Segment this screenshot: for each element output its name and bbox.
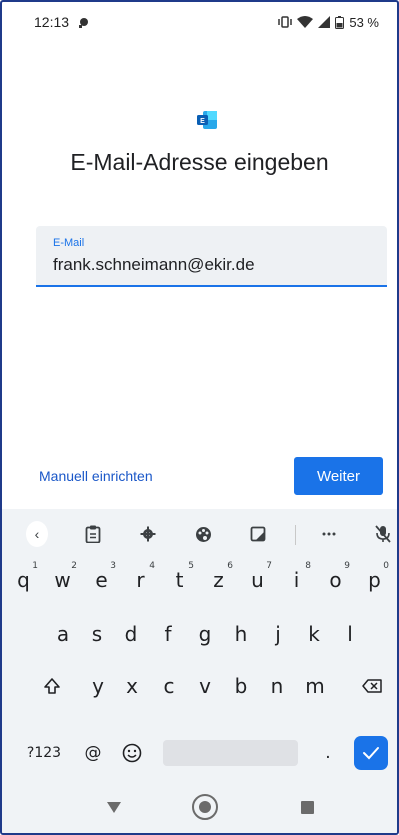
key-b[interactable]: b <box>224 665 258 707</box>
key-e[interactable]: e3 <box>83 559 120 601</box>
key-s[interactable]: s <box>80 613 114 655</box>
key-r[interactable]: r4 <box>122 559 159 601</box>
nav-recents-icon[interactable] <box>301 801 314 814</box>
key-m[interactable]: m <box>296 665 334 707</box>
at-key[interactable]: @ <box>80 732 106 774</box>
battery-level: 53 % <box>349 14 379 30</box>
shift-key[interactable] <box>32 665 72 707</box>
keyboard-row-4: ?123 @ . <box>2 732 397 778</box>
backspace-key[interactable] <box>352 665 392 707</box>
theme-palette-icon[interactable] <box>192 523 214 545</box>
vibrate-icon <box>278 16 293 28</box>
more-options-icon[interactable] <box>318 523 340 545</box>
on-screen-keyboard: ‹ q1 w2 e3 r 4 t 5 z 6 u 7 i 8 o 9 p 0 a… <box>2 509 397 779</box>
chevron-left-icon: ‹ <box>26 521 48 547</box>
key-w[interactable]: w2 <box>44 559 81 601</box>
svg-text:E: E <box>200 118 205 125</box>
battery-icon <box>335 15 345 29</box>
email-field-label: E-Mail <box>53 237 85 249</box>
keyboard-toolbar: ‹ <box>2 509 397 557</box>
key-f[interactable]: f <box>151 613 185 655</box>
symbols-key[interactable]: ?123 <box>24 732 64 774</box>
notification-icon <box>79 18 89 28</box>
status-time: 12:13 <box>34 14 70 30</box>
shift-arrow-icon <box>44 678 60 694</box>
outlook-exchange-icon: E <box>197 111 217 129</box>
key-c[interactable]: c <box>152 665 186 707</box>
system-nav-bar <box>2 779 397 833</box>
emoji-key[interactable] <box>117 732 147 774</box>
signal-icon <box>318 16 331 28</box>
manual-setup-link[interactable]: Manuell einrichten <box>39 468 153 484</box>
key-k[interactable]: k <box>297 613 331 655</box>
key-a[interactable]: a <box>46 613 80 655</box>
period-key[interactable]: . <box>318 732 338 774</box>
keyboard-collapse-button[interactable]: ‹ <box>26 521 48 547</box>
key-d[interactable]: d <box>114 613 148 655</box>
key-v[interactable]: v <box>188 665 222 707</box>
next-button[interactable]: Weiter <box>294 457 383 495</box>
key-l[interactable]: l <box>333 613 367 655</box>
nav-home-icon[interactable] <box>192 794 218 820</box>
key-g[interactable]: g <box>188 613 222 655</box>
key-u[interactable]: u7 <box>239 559 276 601</box>
clipboard-icon[interactable] <box>82 523 104 545</box>
key-q[interactable]: q1 <box>5 559 42 601</box>
email-field[interactable]: E-Mail <box>36 226 387 287</box>
status-bar: 12:13 53 % <box>2 2 397 42</box>
checkmark-icon <box>363 747 379 760</box>
keyboard-row-2: a s d f g h j k l <box>2 613 397 659</box>
nav-back-icon[interactable] <box>107 802 121 813</box>
page-title: E-Mail-Adresse eingeben <box>70 149 329 175</box>
key-t[interactable]: t5 <box>161 559 198 601</box>
key-i[interactable]: i8 <box>278 559 315 601</box>
wifi-icon <box>297 16 314 28</box>
key-o[interactable]: o9 <box>317 559 354 601</box>
phone-screen: 12:13 53 % E E-Mail-Adresse eingeben E-M… <box>0 0 399 835</box>
enter-key[interactable] <box>354 736 388 770</box>
key-y[interactable]: y <box>81 665 115 707</box>
settings-gear-icon[interactable] <box>137 523 159 545</box>
space-key[interactable] <box>163 740 298 766</box>
key-z[interactable]: z6 <box>200 559 237 601</box>
smiley-icon <box>122 743 142 763</box>
toolbar-divider <box>295 525 296 545</box>
key-x[interactable]: x <box>115 665 149 707</box>
keyboard-row-3: y x c v b n m <box>2 665 397 711</box>
screenshot-crop-icon[interactable] <box>247 523 269 545</box>
mic-off-icon[interactable] <box>372 523 394 545</box>
email-input[interactable] <box>53 255 373 275</box>
key-h[interactable]: h <box>224 613 258 655</box>
keyboard-row-1: q1 w2 e3 r4 t5 z6 u7 i8 o9 p0 <box>2 559 397 605</box>
key-p[interactable]: p0 <box>356 559 393 601</box>
key-j[interactable]: j <box>261 613 295 655</box>
key-n[interactable]: n <box>260 665 294 707</box>
backspace-icon <box>362 679 382 693</box>
